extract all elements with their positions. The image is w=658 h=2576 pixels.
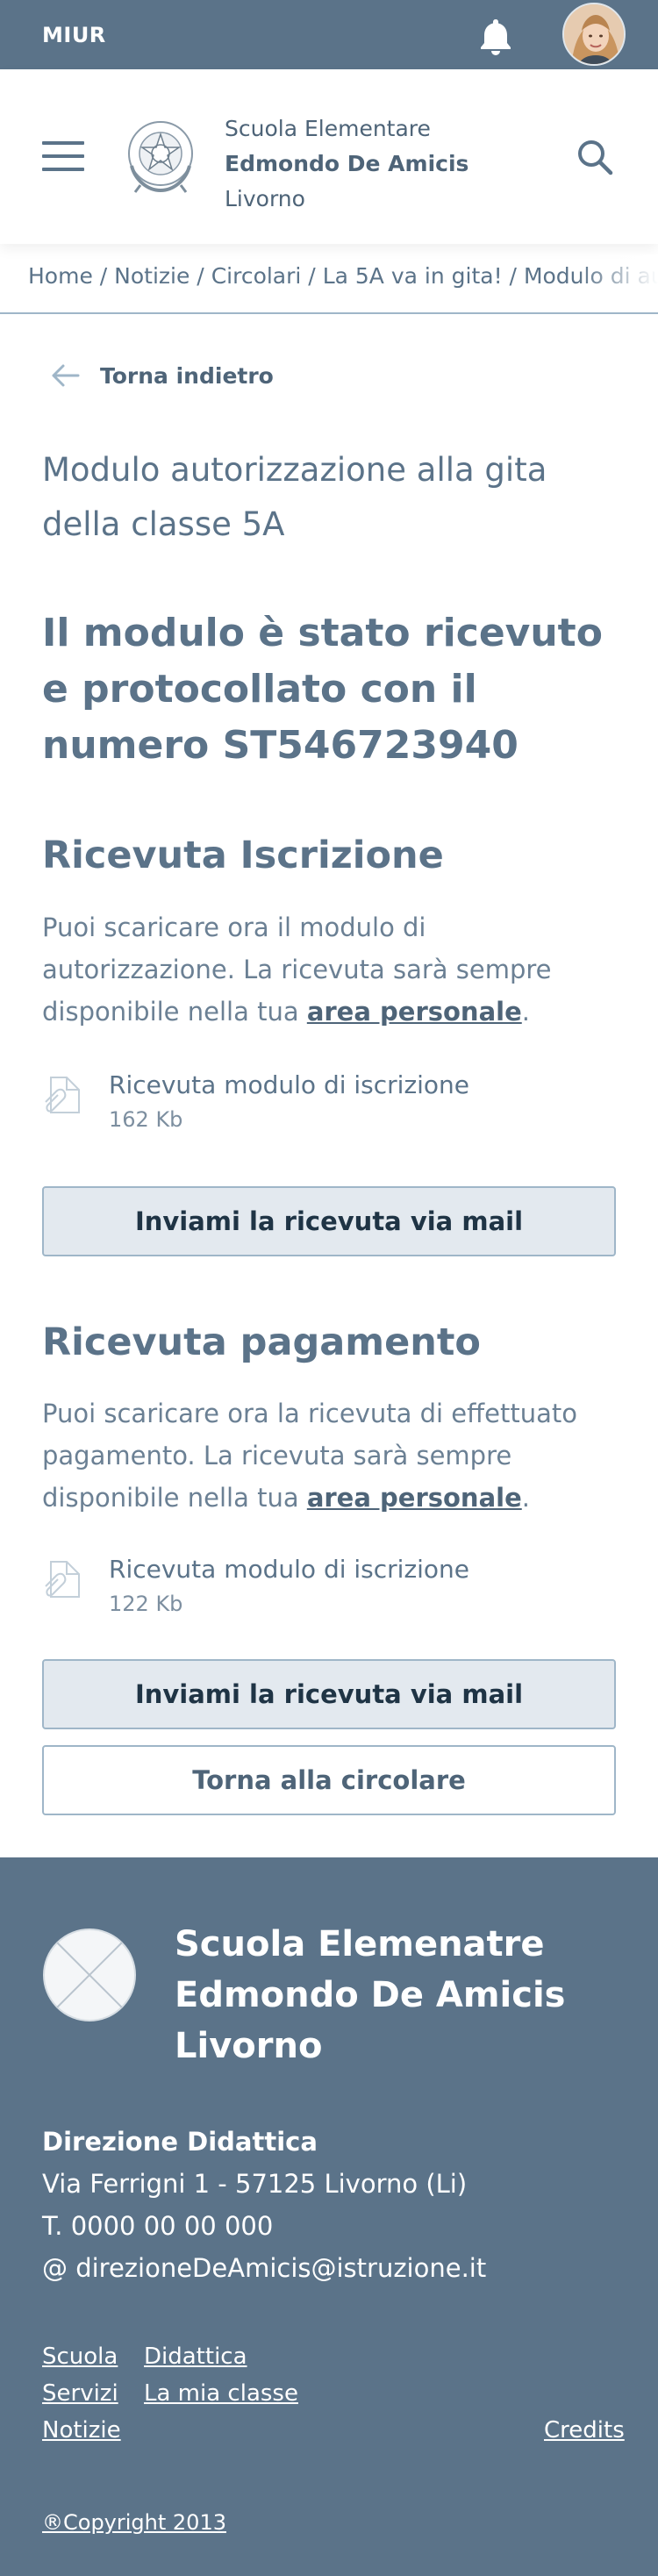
breadcrumb-trail: Home / Notizie / Circolari / La 5A va in…	[28, 263, 658, 289]
arrow-left-icon	[52, 364, 80, 387]
footer-link-notizie[interactable]: Notizie	[42, 2417, 121, 2444]
top-bar: MIUR	[0, 0, 658, 69]
school-name[interactable]: Scuola Elementare Edmondo De Amicis Livo…	[225, 111, 468, 217]
site-header: Scuola Elementare Edmondo De Amicis Livo…	[0, 69, 658, 244]
breadcrumb-circolari[interactable]: Circolari	[211, 263, 302, 289]
iscrizione-text: Puoi scaricare ora il modulo di autorizz…	[42, 912, 552, 1027]
footer-link-servizi[interactable]: Servizi	[42, 2380, 118, 2407]
footer-link-scuola[interactable]: Scuola	[42, 2343, 118, 2370]
footer-link-mia-classe[interactable]: La mia classe	[144, 2380, 298, 2407]
address-heading: Direzione Didattica	[42, 2127, 318, 2157]
footer-link-credits[interactable]: Credits	[544, 2417, 625, 2444]
pagamento-title: Ricevuta pagamento	[42, 1320, 481, 1364]
pagamento-text: Puoi scaricare ora la ricevuta di effett…	[42, 1399, 577, 1513]
italian-republic-emblem[interactable]	[123, 113, 198, 197]
footer-school-name: Scuola Elemenatre Edmondo De Amicis Livo…	[175, 1924, 566, 2066]
school-line-3: Livorno	[225, 186, 305, 211]
site-footer: Scuola Elemenatre Edmondo De Amicis Livo…	[0, 1857, 658, 2576]
breadcrumb-notizie[interactable]: Notizie	[114, 263, 190, 289]
breadcrumb-gita[interactable]: La 5A va in gita!	[323, 263, 503, 289]
file-size: 122 Kb	[109, 1592, 183, 1616]
school-line-1: Scuola Elementare	[225, 116, 431, 141]
file-name: Ricevuta modulo di iscrizione	[109, 1070, 470, 1099]
breadcrumb: Home / Notizie / Circolari / La 5A va in…	[0, 254, 658, 314]
school-logo-placeholder	[42, 1928, 137, 2022]
send-receipt-button[interactable]: Inviami la ricevuta via mail	[42, 1186, 616, 1256]
hamburger-menu-icon[interactable]	[42, 140, 84, 173]
back-label: Torna indietro	[100, 362, 274, 389]
iscrizione-title: Ricevuta Iscrizione	[42, 834, 444, 877]
user-avatar[interactable]	[562, 3, 626, 66]
bell-icon[interactable]	[474, 14, 518, 58]
back-link[interactable]: Torna indietro	[49, 358, 274, 393]
school-line-2: Edmondo De Amicis	[225, 151, 469, 176]
search-icon[interactable]	[576, 138, 614, 176]
area-personale-link[interactable]: area personale	[307, 1483, 522, 1513]
file-name: Ricevuta modulo di iscrizione	[109, 1555, 470, 1584]
attachment-file-icon	[45, 1561, 80, 1598]
footer-address: Direzione Didattica Via Ferrigni 1 - 571…	[42, 2121, 486, 2289]
breadcrumb-fade	[579, 254, 658, 312]
address-email[interactable]: @ direzioneDeAmicis@istruzione.it	[42, 2247, 486, 2289]
brand-label[interactable]: MIUR	[42, 23, 106, 47]
form-title: Modulo autorizzazione alla gita della cl…	[42, 451, 547, 543]
address-street: Via Ferrigni 1 - 57125 Livorno (Li)	[42, 2169, 468, 2199]
copyright-link[interactable]: ®Copyright 2013	[42, 2510, 226, 2535]
attachment-file-icon	[45, 1077, 80, 1113]
breadcrumb-home[interactable]: Home	[28, 263, 93, 289]
file-size: 162 Kb	[109, 1107, 183, 1132]
send-payment-receipt-button[interactable]: Inviami la ricevuta via mail	[42, 1659, 616, 1729]
protocol-message: Il modulo è stato ricevuto e protocollat…	[42, 611, 603, 768]
back-to-circular-button[interactable]: Torna alla circolare	[42, 1745, 616, 1815]
area-personale-link[interactable]: area personale	[307, 997, 522, 1027]
footer-link-didattica[interactable]: Didattica	[144, 2343, 247, 2370]
address-phone: T. 0000 00 00 000	[42, 2211, 274, 2241]
